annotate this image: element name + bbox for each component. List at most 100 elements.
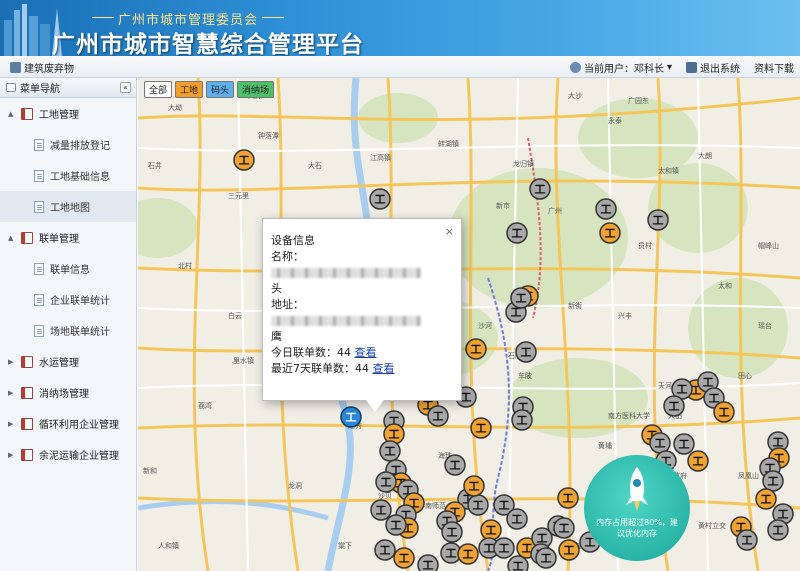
filter-all-button[interactable]: 全部 bbox=[144, 81, 173, 98]
book-icon bbox=[21, 107, 33, 120]
map-place-label: 人和镇 bbox=[158, 541, 179, 550]
site-marker[interactable]: 工 bbox=[457, 543, 479, 565]
site-marker[interactable]: 工 bbox=[506, 222, 528, 244]
map-place-label: 钟落潭 bbox=[258, 131, 279, 140]
site-marker[interactable]: 工 bbox=[510, 287, 532, 309]
popup-today-view-link[interactable]: 查看 bbox=[355, 346, 377, 359]
map-view[interactable]: 大坳太和镇江高镇蚌湖镇龙归镇新市钟落潭黄埔大沙永泰北村白云荔湾越秀天河海珠沙贝棠… bbox=[138, 78, 800, 571]
site-marker[interactable]: 工 bbox=[558, 539, 580, 561]
site-marker[interactable]: 工 bbox=[511, 409, 533, 431]
download-link[interactable]: 资料下载 bbox=[754, 60, 794, 75]
site-marker[interactable]: 工 bbox=[444, 454, 466, 476]
site-marker[interactable]: 工 bbox=[515, 341, 537, 363]
marker-glyph: 工 bbox=[653, 214, 664, 227]
sidebar-item-site-info[interactable]: 工地基础信息 bbox=[0, 160, 136, 191]
site-marker[interactable]: 工 bbox=[470, 417, 492, 439]
site-marker[interactable]: 工 bbox=[649, 432, 671, 454]
document-icon bbox=[34, 169, 44, 182]
marker-glyph: 工 bbox=[239, 154, 250, 167]
site-marker[interactable]: 工 bbox=[713, 401, 735, 423]
site-marker[interactable]: 工 bbox=[767, 519, 789, 541]
site-marker[interactable]: 工 bbox=[553, 517, 575, 539]
site-marker[interactable]: 工 bbox=[233, 149, 255, 171]
map-place-label: 天河 bbox=[658, 382, 672, 390]
marker-glyph: 工 bbox=[461, 391, 472, 404]
marker-glyph: 工 bbox=[773, 436, 784, 449]
site-marker[interactable]: 工 bbox=[736, 529, 758, 551]
site-marker[interactable]: 工 bbox=[374, 539, 396, 561]
selected-marker[interactable]: 工 bbox=[340, 406, 362, 428]
sidebar-group-recycle[interactable]: ▶ 循环利用企业管理 bbox=[0, 408, 136, 439]
site-marker[interactable]: 工 bbox=[493, 537, 515, 559]
breadcrumb[interactable]: 建筑废弃物 bbox=[10, 60, 74, 75]
marker-glyph: 工 bbox=[463, 548, 474, 561]
sidebar-item-manifest-info[interactable]: 联单信息 bbox=[0, 253, 136, 284]
site-marker[interactable]: 工 bbox=[375, 471, 397, 493]
site-marker[interactable]: 工 bbox=[687, 450, 709, 472]
site-marker[interactable]: 工 bbox=[506, 508, 528, 530]
sidebar-item-reduction[interactable]: 减量排放登记 bbox=[0, 129, 136, 160]
sidebar-item-company-stats[interactable]: 企业联单统计 bbox=[0, 284, 136, 315]
collapsed-triangle-icon: ▶ bbox=[8, 419, 14, 428]
green-area bbox=[648, 163, 748, 253]
book-icon bbox=[21, 448, 33, 461]
site-marker[interactable]: 工 bbox=[507, 555, 529, 571]
site-marker[interactable]: 工 bbox=[599, 222, 621, 244]
current-user[interactable]: 当前用户：邓科长 ▾ bbox=[569, 60, 672, 75]
close-icon[interactable]: × bbox=[445, 224, 454, 240]
site-marker[interactable]: 工 bbox=[370, 499, 392, 521]
site-marker[interactable]: 工 bbox=[762, 470, 784, 492]
site-marker[interactable]: 工 bbox=[417, 554, 439, 571]
marker-glyph: 工 bbox=[385, 445, 396, 458]
site-marker[interactable]: 工 bbox=[647, 209, 669, 231]
marker-glyph: 工 bbox=[433, 410, 444, 423]
site-marker[interactable]: 工 bbox=[369, 188, 391, 210]
sidebar-group-transport[interactable]: ▶ 余泥运输企业管理 bbox=[0, 439, 136, 470]
marker-glyph: 工 bbox=[669, 400, 680, 413]
sidebar-group-disposal[interactable]: ▶ 消纳场管理 bbox=[0, 377, 136, 408]
memory-optimize-widget[interactable]: × 内存占用超过80%，建议优化内存 bbox=[584, 455, 690, 561]
site-marker[interactable]: 工 bbox=[463, 475, 485, 497]
site-marker[interactable]: 工 bbox=[379, 440, 401, 462]
sidebar-group-site[interactable]: ▲ 工地管理 bbox=[0, 98, 136, 129]
map-canvas[interactable]: 大坳太和镇江高镇蚌湖镇龙归镇新市钟落潭黄埔大沙永泰北村白云荔湾越秀天河海珠沙贝棠… bbox=[138, 78, 800, 571]
sidebar-group-label: 消纳场管理 bbox=[39, 389, 89, 400]
filter-dock-button[interactable]: 码头 bbox=[206, 81, 235, 98]
site-marker[interactable]: 工 bbox=[529, 178, 551, 200]
site-marker[interactable]: 工 bbox=[595, 198, 617, 220]
sidebar-group-label: 循环利用企业管理 bbox=[39, 420, 119, 431]
site-marker[interactable]: 工 bbox=[535, 547, 557, 569]
filter-disposal-button[interactable]: 消纳场 bbox=[237, 81, 275, 98]
document-icon bbox=[34, 262, 44, 275]
popup-week-view-link[interactable]: 查看 bbox=[373, 362, 395, 375]
sidebar-group-water[interactable]: ▶ 水运管理 bbox=[0, 346, 136, 377]
sidebar-group-manifest[interactable]: ▲ 联单管理 bbox=[0, 222, 136, 253]
site-marker[interactable]: 工 bbox=[385, 514, 407, 536]
site-marker[interactable]: 工 bbox=[427, 405, 449, 427]
sidebar-item-site-map[interactable]: 工地地图 bbox=[0, 191, 136, 222]
site-marker[interactable]: 工 bbox=[557, 487, 579, 509]
site-marker[interactable]: 工 bbox=[465, 338, 487, 360]
filter-site-button[interactable]: 工地 bbox=[175, 81, 204, 98]
logout-button[interactable]: 退出系统 bbox=[686, 60, 740, 75]
site-marker[interactable]: 工 bbox=[663, 395, 685, 417]
collapse-sidebar-button[interactable]: « bbox=[120, 82, 131, 93]
map-filter-bar: 全部 工地 码头 消纳场 bbox=[144, 81, 275, 98]
popup-address-row: 地址： bbox=[271, 297, 453, 329]
document-icon bbox=[34, 293, 44, 306]
river-branch bbox=[138, 498, 329, 521]
marker-glyph: 工 bbox=[469, 480, 480, 493]
marker-glyph: 工 bbox=[773, 524, 784, 537]
marker-glyph: 工 bbox=[559, 522, 570, 535]
site-marker[interactable]: 工 bbox=[441, 521, 463, 543]
site-marker[interactable]: 工 bbox=[467, 494, 489, 516]
site-marker[interactable]: 工 bbox=[480, 519, 502, 541]
site-marker[interactable]: 工 bbox=[673, 433, 695, 455]
site-marker[interactable]: 工 bbox=[393, 547, 415, 569]
sidebar-item-site-stats[interactable]: 场地联单统计 bbox=[0, 315, 136, 346]
marker-glyph: 工 bbox=[516, 292, 527, 305]
site-marker[interactable]: 工 bbox=[755, 488, 777, 510]
logout-label: 退出系统 bbox=[700, 64, 740, 75]
marker-glyph: 工 bbox=[719, 406, 730, 419]
map-place-label: 永泰 bbox=[608, 116, 622, 125]
